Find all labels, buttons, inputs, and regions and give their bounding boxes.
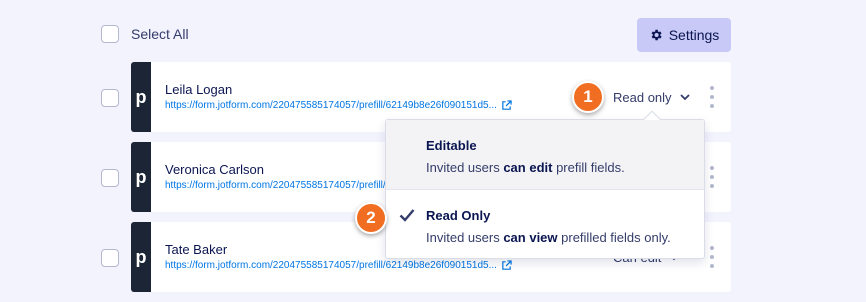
form-logo: p <box>131 142 151 212</box>
more-options-icon[interactable] <box>709 166 715 188</box>
chevron-down-icon <box>679 94 690 101</box>
more-options-icon[interactable] <box>709 86 715 108</box>
more-options-icon[interactable] <box>709 246 715 268</box>
recipient-name: Leila Logan <box>165 82 233 97</box>
row-checkbox[interactable] <box>101 249 119 267</box>
row-checkbox[interactable] <box>101 89 119 107</box>
option-title: Editable <box>426 138 477 153</box>
prefill-link-text[interactable]: https://form.jotform.com/220475585174057… <box>165 260 497 271</box>
recipient-name: Tate Baker <box>165 242 228 257</box>
settings-label: Settings <box>668 27 720 43</box>
external-link-icon[interactable] <box>501 260 512 271</box>
prefill-link[interactable]: https://form.jotform.com/220475585174057… <box>165 260 512 271</box>
prefill-link[interactable]: https://form.jotform.com/220475585174057… <box>165 100 512 111</box>
option-read-only[interactable]: Read Only Invited users can view prefill… <box>386 190 704 260</box>
select-all-label: Select All <box>131 26 189 42</box>
permission-value: Read only <box>613 90 672 105</box>
permission-dropdown: Editable Invited users can edit prefill … <box>385 110 705 260</box>
prefill-link-text[interactable]: https://form.jotform.com/220475585174057… <box>165 100 497 111</box>
option-editable[interactable]: Editable Invited users can edit prefill … <box>386 120 704 190</box>
option-description: Invited users can view prefilled fields … <box>426 230 671 245</box>
external-link-icon[interactable] <box>501 100 512 111</box>
row-checkbox[interactable] <box>101 169 119 187</box>
gear-icon <box>651 29 662 41</box>
settings-button[interactable]: Settings <box>637 18 731 52</box>
permission-select[interactable]: Read only <box>613 90 690 105</box>
recipient-name: Veronica Carlson <box>165 162 264 177</box>
select-all[interactable]: Select All <box>101 25 189 43</box>
step-badge: 1 <box>572 81 604 113</box>
option-description: Invited users can edit prefill fields. <box>426 160 625 175</box>
form-logo: p <box>131 62 151 132</box>
checkmark-icon <box>399 209 415 222</box>
select-all-checkbox[interactable] <box>101 25 119 43</box>
step-badge: 2 <box>355 202 387 234</box>
form-logo: p <box>131 222 151 292</box>
option-title: Read Only <box>426 208 491 223</box>
